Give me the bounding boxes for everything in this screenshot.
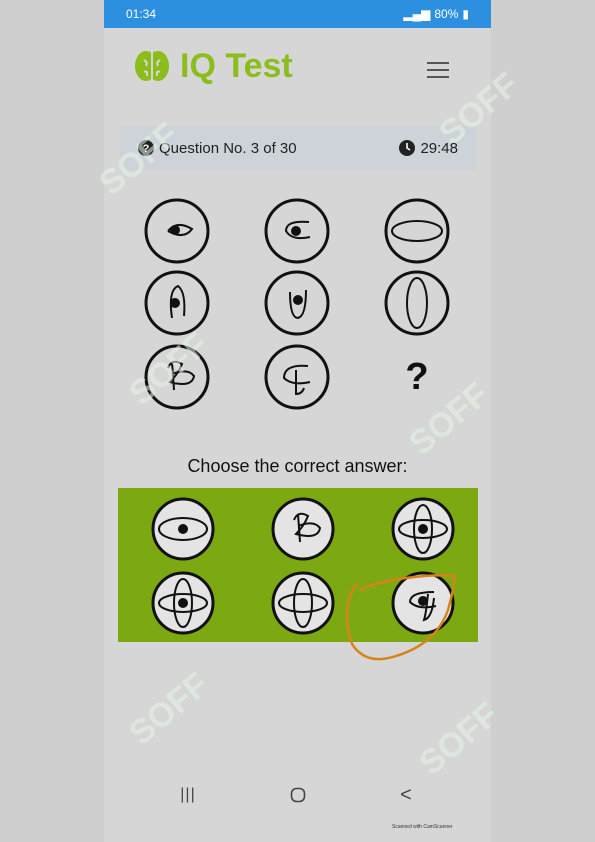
scanner-note: Scanned with CamScanner xyxy=(392,824,453,830)
status-time: 01:34 xyxy=(126,7,157,21)
answer-option-5[interactable] xyxy=(268,568,338,638)
clock-icon xyxy=(399,140,416,156)
puzzle-cell xyxy=(144,270,210,336)
app-title: IQ Test xyxy=(180,46,293,85)
back-glyph: < xyxy=(400,783,412,806)
android-navigation-bar: ||| < xyxy=(104,780,491,810)
puzzle-grid: ? xyxy=(142,196,462,416)
answer-prompt: Choose the correct answer: xyxy=(187,456,408,476)
signal-icon: ▂▄▆ xyxy=(403,7,431,21)
app-header: IQ Test xyxy=(104,40,491,100)
brain-icon xyxy=(135,51,169,82)
battery-level: 80% xyxy=(434,7,459,21)
puzzle-cell xyxy=(264,270,330,336)
status-bar: 01:34 ▂▄▆ 80% ▮ xyxy=(104,0,491,28)
answer-option-1[interactable] xyxy=(148,494,218,564)
puzzle-cell xyxy=(264,198,330,264)
puzzle-cell xyxy=(384,270,450,336)
answer-panel xyxy=(118,488,478,642)
countdown-timer: 29:48 xyxy=(420,139,458,157)
app-logo[interactable]: IQ Test xyxy=(132,46,293,86)
puzzle-cell xyxy=(144,344,210,410)
status-icons: ▂▄▆ 80% ▮ xyxy=(403,7,469,21)
hamburger-menu-icon[interactable] xyxy=(427,62,449,78)
battery-icon: ▮ xyxy=(462,7,469,21)
question-bar: ? Question No. 3 of 30 29:48 xyxy=(120,126,476,170)
svg-text:?: ? xyxy=(143,143,150,155)
question-counter: Question No. 3 of 30 xyxy=(159,139,297,157)
recents-glyph: ||| xyxy=(180,786,196,803)
answer-option-6[interactable] xyxy=(388,568,458,638)
back-icon[interactable]: < xyxy=(386,780,426,810)
watermark: SOFF xyxy=(412,695,506,783)
recents-icon[interactable]: ||| xyxy=(168,780,208,810)
missing-piece-mark: ? xyxy=(405,355,429,398)
puzzle-cell xyxy=(144,198,210,264)
watermark: SOFF xyxy=(122,665,216,753)
puzzle-cell xyxy=(384,198,450,264)
answer-option-2[interactable] xyxy=(268,494,338,564)
puzzle-cell xyxy=(264,344,330,410)
home-icon[interactable] xyxy=(278,780,318,810)
help-circle-icon: ? xyxy=(138,140,154,156)
answer-option-4[interactable] xyxy=(148,568,218,638)
answer-option-3[interactable] xyxy=(388,494,458,564)
phone-screen: 01:34 ▂▄▆ 80% ▮ IQ Test ? Question No. 3… xyxy=(92,0,526,842)
